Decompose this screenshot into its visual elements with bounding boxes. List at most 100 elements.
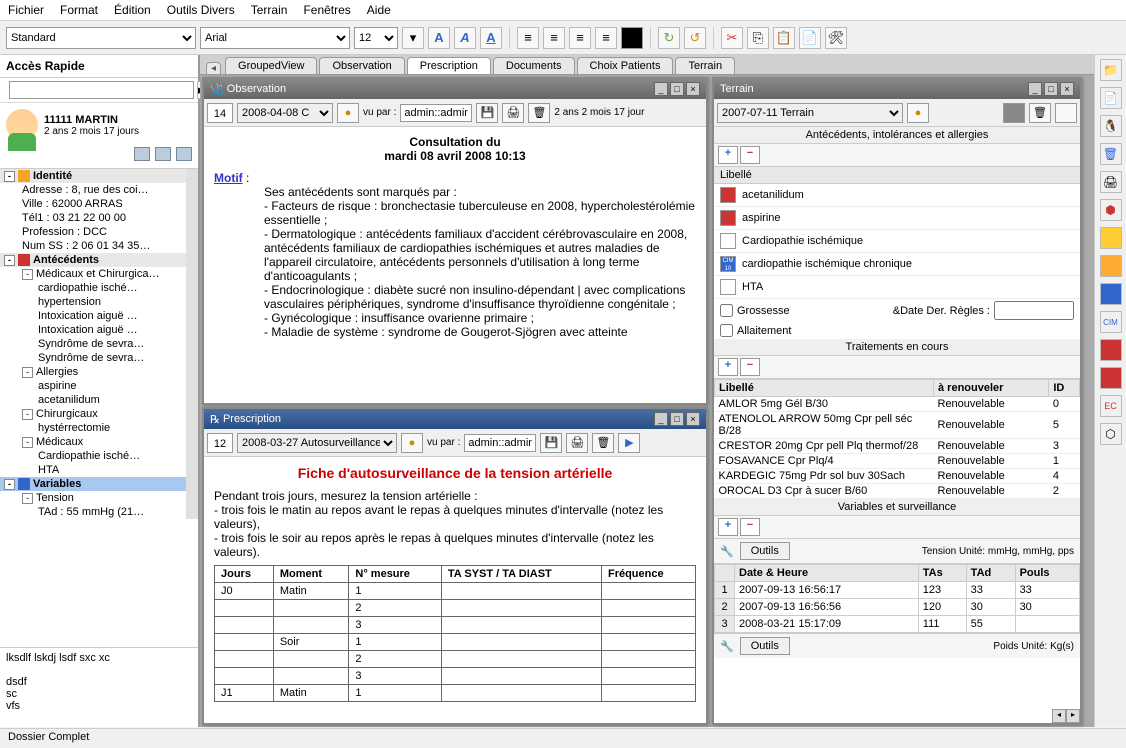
printer-icon[interactable]: 🖨 [1100,171,1122,193]
font-select[interactable]: Arial [200,27,350,49]
add-button[interactable]: + [718,518,738,536]
tools-icon[interactable]: 🛠 [825,27,847,49]
list-item[interactable]: acetanilidum [714,184,1080,207]
tree-item[interactable]: Syndrôme de sevra… [0,351,186,365]
wrench-icon[interactable]: 🔧 [720,545,734,558]
record-icon[interactable]: ● [907,103,929,123]
table-row[interactable]: ATENOLOL ARROW 50mg Cpr pell séc B/28Ren… [715,412,1080,439]
delete-icon[interactable]: 🗑 [528,103,550,123]
user-field[interactable] [400,104,472,122]
tree-group[interactable]: -Médicaux [0,435,186,449]
undo-icon[interactable]: ↺ [684,27,706,49]
tree-variables[interactable]: -Variables [0,477,186,491]
tree-group[interactable]: -Tension [0,491,186,505]
remove-button[interactable]: − [740,358,760,376]
tree-item[interactable]: Ville : 62000 ARRAS [0,197,186,211]
tab-terrain[interactable]: Terrain [675,57,735,74]
table-row[interactable]: FOSAVANCE Cpr Plq/4Renouvelable1 [715,454,1080,469]
tree-item[interactable]: Intoxication aiguë … [0,309,186,323]
stop-icon[interactable]: ⬢ [1100,199,1122,221]
align-left-icon[interactable]: ≡ [517,27,539,49]
blue-icon[interactable] [1100,283,1122,305]
scroll-left-icon[interactable]: ◂ [1052,709,1066,723]
tree-item[interactable]: TAd : 55 mmHg (21… [0,505,186,519]
tab-patients[interactable]: Choix Patients [577,57,674,74]
list-item[interactable]: HTA [714,276,1080,299]
maximize-icon[interactable]: □ [670,82,684,96]
size-select[interactable]: 12 [354,27,398,49]
outils-button[interactable]: Outils [740,637,790,655]
prescription-titlebar[interactable]: ℞ Prescription _ □ × [204,409,706,429]
cluster-icon[interactable]: ⬡ [1100,423,1122,445]
red-icon[interactable] [1100,339,1122,361]
user-field[interactable] [464,434,536,452]
notes-icon[interactable]: 📄 [799,27,821,49]
table-row[interactable]: CRESTOR 20mg Cpr pell Plq thermof/28Reno… [715,439,1080,454]
tree-item[interactable]: acetanilidum [0,393,186,407]
red2-icon[interactable] [1100,367,1122,389]
minimize-icon[interactable]: _ [654,82,668,96]
align-right-icon[interactable]: ≡ [569,27,591,49]
redo-icon[interactable]: ↻ [658,27,680,49]
tree-item[interactable]: hypertension [0,295,186,309]
presc-body[interactable]: Fiche d'autosurveillance de la tension a… [204,457,706,723]
tree-item[interactable]: HTA [0,463,186,477]
align-justify-icon[interactable]: ≡ [595,27,617,49]
ecam-icon[interactable]: EC [1100,395,1122,417]
italic-icon[interactable]: A [454,27,476,49]
tree-item[interactable]: Profession : DCC [0,225,186,239]
menu-fenetres[interactable]: Fenêtres [303,3,350,17]
menu-edition[interactable]: Édition [114,3,151,17]
print-icon[interactable]: 🖨 [566,433,588,453]
observation-titlebar[interactable]: 🩺 Observation _ □ × [204,79,706,99]
date-regles-input[interactable] [994,301,1074,320]
mini-icon-3[interactable] [176,147,192,161]
doc-icon[interactable]: 📄 [1100,87,1122,109]
list-item[interactable]: CIM10cardiopathie ischémique chronique [714,253,1080,276]
menu-fichier[interactable]: Fichier [8,3,44,17]
play-icon[interactable]: ▶ [618,433,640,453]
tree-group[interactable]: -Chirurgicaux [0,407,186,421]
table-row[interactable]: 12007-09-13 16:56:171233333 [715,582,1080,599]
tree-item[interactable]: aspirine [0,379,186,393]
scroll-right-icon[interactable]: ▸ [1066,709,1080,723]
folder-icon[interactable]: 📁 [1100,59,1122,81]
yellow-icon[interactable] [1100,227,1122,249]
menu-format[interactable]: Format [60,3,98,17]
tree-identite[interactable]: -Identité [0,169,186,183]
allaitement-checkbox[interactable] [720,324,733,337]
delete-icon[interactable]: 🗑 [592,433,614,453]
tree-item[interactable]: Intoxication aiguë … [0,323,186,337]
minimize-icon[interactable]: _ [654,412,668,426]
patient-card[interactable]: 11111 MARTIN 2 ans 2 mois 17 jours [0,103,198,147]
maximize-icon[interactable]: □ [1044,82,1058,96]
trash-icon[interactable]: 🗑 [1100,143,1122,165]
tree-antecedents[interactable]: -Antécédents [0,253,186,267]
blank-icon[interactable] [1055,103,1077,123]
close-icon[interactable]: × [1060,82,1074,96]
size-dropdown-icon[interactable]: ▾ [402,27,424,49]
list-item[interactable]: aspirine [714,207,1080,230]
maximize-icon[interactable]: □ [670,412,684,426]
tree-item[interactable]: Num SS : 2 06 01 34 35… [0,239,186,253]
obs-date-select[interactable]: 2008-04-08 C [237,103,333,123]
menu-aide[interactable]: Aide [367,3,391,17]
minimize-icon[interactable]: _ [1028,82,1042,96]
remove-button[interactable]: − [740,146,760,164]
table-row[interactable]: KARDEGIC 75mg Pdr sol buv 30SachRenouvel… [715,469,1080,484]
add-button[interactable]: + [718,146,738,164]
tree-item[interactable]: Cardiopathie isché… [0,449,186,463]
obs-body[interactable]: Consultation du mardi 08 avril 2008 10:1… [204,127,706,403]
tree-item[interactable]: Tél1 : 03 21 22 00 00 [0,211,186,225]
close-icon[interactable]: × [686,412,700,426]
tab-observation[interactable]: Observation [319,57,404,74]
tree-group[interactable]: -Allergies [0,365,186,379]
tree-item[interactable]: hystérrectomie [0,421,186,435]
gray-icon[interactable] [1003,103,1025,123]
penguin-icon[interactable]: 🐧 [1100,115,1122,137]
tree-item[interactable]: Syndrôme de sevra… [0,337,186,351]
terrain-date-select[interactable]: 2007-07-11 Terrain [717,103,903,123]
print-icon[interactable]: 🖨 [502,103,524,123]
outils-button[interactable]: Outils [740,542,790,560]
record-icon[interactable]: ● [401,433,423,453]
